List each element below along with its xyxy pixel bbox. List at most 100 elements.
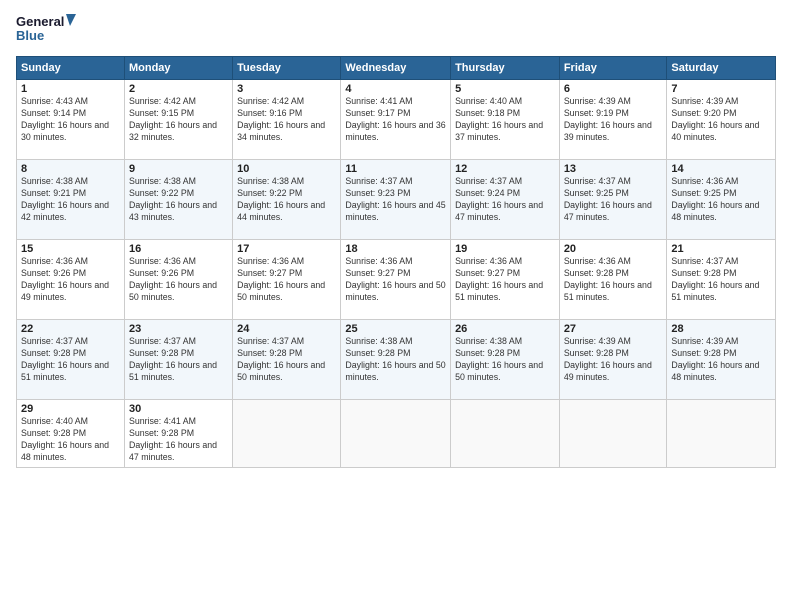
day-info: Sunrise: 4:36 AMSunset: 9:27 PMDaylight:… (345, 256, 446, 304)
day-info: Sunrise: 4:37 AMSunset: 9:25 PMDaylight:… (564, 176, 663, 224)
day-number: 19 (455, 243, 555, 255)
day-info: Sunrise: 4:43 AMSunset: 9:14 PMDaylight:… (21, 96, 120, 144)
day-info: Sunrise: 4:39 AMSunset: 9:28 PMDaylight:… (564, 336, 663, 384)
day-number: 4 (345, 83, 446, 95)
day-info: Sunrise: 4:42 AMSunset: 9:15 PMDaylight:… (129, 96, 228, 144)
day-info: Sunrise: 4:36 AMSunset: 9:26 PMDaylight:… (21, 256, 120, 304)
day-number: 30 (129, 403, 228, 415)
day-info: Sunrise: 4:39 AMSunset: 9:19 PMDaylight:… (564, 96, 663, 144)
day-number: 21 (671, 243, 771, 255)
day-number: 20 (564, 243, 663, 255)
calendar-col-header: Thursday (451, 57, 560, 80)
day-info: Sunrise: 4:40 AMSunset: 9:28 PMDaylight:… (21, 416, 120, 464)
calendar-cell: 24 Sunrise: 4:37 AMSunset: 9:28 PMDaylig… (233, 320, 341, 400)
day-info: Sunrise: 4:37 AMSunset: 9:28 PMDaylight:… (129, 336, 228, 384)
day-number: 23 (129, 323, 228, 335)
calendar-col-header: Wednesday (341, 57, 451, 80)
calendar-cell: 8 Sunrise: 4:38 AMSunset: 9:21 PMDayligh… (17, 160, 125, 240)
day-number: 15 (21, 243, 120, 255)
day-info: Sunrise: 4:38 AMSunset: 9:28 PMDaylight:… (345, 336, 446, 384)
day-number: 16 (129, 243, 228, 255)
calendar-cell: 12 Sunrise: 4:37 AMSunset: 9:24 PMDaylig… (451, 160, 560, 240)
calendar-cell (451, 400, 560, 468)
calendar-cell: 22 Sunrise: 4:37 AMSunset: 9:28 PMDaylig… (17, 320, 125, 400)
day-info: Sunrise: 4:37 AMSunset: 9:23 PMDaylight:… (345, 176, 446, 224)
day-number: 10 (237, 163, 336, 175)
day-number: 28 (671, 323, 771, 335)
calendar-cell: 16 Sunrise: 4:36 AMSunset: 9:26 PMDaylig… (124, 240, 232, 320)
calendar-cell (233, 400, 341, 468)
calendar-col-header: Friday (559, 57, 667, 80)
day-number: 6 (564, 83, 663, 95)
calendar-cell: 3 Sunrise: 4:42 AMSunset: 9:16 PMDayligh… (233, 80, 341, 160)
calendar-cell: 27 Sunrise: 4:39 AMSunset: 9:28 PMDaylig… (559, 320, 667, 400)
day-number: 13 (564, 163, 663, 175)
day-number: 2 (129, 83, 228, 95)
day-number: 17 (237, 243, 336, 255)
day-info: Sunrise: 4:38 AMSunset: 9:21 PMDaylight:… (21, 176, 120, 224)
calendar-cell: 21 Sunrise: 4:37 AMSunset: 9:28 PMDaylig… (667, 240, 776, 320)
day-number: 1 (21, 83, 120, 95)
day-number: 7 (671, 83, 771, 95)
calendar-col-header: Saturday (667, 57, 776, 80)
calendar-cell: 29 Sunrise: 4:40 AMSunset: 9:28 PMDaylig… (17, 400, 125, 468)
calendar-cell: 11 Sunrise: 4:37 AMSunset: 9:23 PMDaylig… (341, 160, 451, 240)
calendar-cell: 10 Sunrise: 4:38 AMSunset: 9:22 PMDaylig… (233, 160, 341, 240)
day-number: 25 (345, 323, 446, 335)
day-info: Sunrise: 4:36 AMSunset: 9:28 PMDaylight:… (564, 256, 663, 304)
calendar-cell: 28 Sunrise: 4:39 AMSunset: 9:28 PMDaylig… (667, 320, 776, 400)
calendar-table: SundayMondayTuesdayWednesdayThursdayFrid… (16, 56, 776, 468)
calendar-cell: 5 Sunrise: 4:40 AMSunset: 9:18 PMDayligh… (451, 80, 560, 160)
day-number: 29 (21, 403, 120, 415)
day-info: Sunrise: 4:36 AMSunset: 9:25 PMDaylight:… (671, 176, 771, 224)
day-info: Sunrise: 4:38 AMSunset: 9:22 PMDaylight:… (237, 176, 336, 224)
day-number: 27 (564, 323, 663, 335)
day-number: 5 (455, 83, 555, 95)
calendar-cell: 6 Sunrise: 4:39 AMSunset: 9:19 PMDayligh… (559, 80, 667, 160)
calendar-header-row: SundayMondayTuesdayWednesdayThursdayFrid… (17, 57, 776, 80)
calendar-cell: 9 Sunrise: 4:38 AMSunset: 9:22 PMDayligh… (124, 160, 232, 240)
day-info: Sunrise: 4:36 AMSunset: 9:27 PMDaylight:… (455, 256, 555, 304)
calendar-cell: 20 Sunrise: 4:36 AMSunset: 9:28 PMDaylig… (559, 240, 667, 320)
calendar-cell: 1 Sunrise: 4:43 AMSunset: 9:14 PMDayligh… (17, 80, 125, 160)
calendar-cell: 18 Sunrise: 4:36 AMSunset: 9:27 PMDaylig… (341, 240, 451, 320)
calendar-cell (341, 400, 451, 468)
calendar-cell: 14 Sunrise: 4:36 AMSunset: 9:25 PMDaylig… (667, 160, 776, 240)
day-info: Sunrise: 4:36 AMSunset: 9:27 PMDaylight:… (237, 256, 336, 304)
day-info: Sunrise: 4:42 AMSunset: 9:16 PMDaylight:… (237, 96, 336, 144)
day-info: Sunrise: 4:40 AMSunset: 9:18 PMDaylight:… (455, 96, 555, 144)
svg-text:Blue: Blue (16, 28, 44, 43)
day-number: 26 (455, 323, 555, 335)
day-info: Sunrise: 4:41 AMSunset: 9:17 PMDaylight:… (345, 96, 446, 144)
calendar-cell (667, 400, 776, 468)
day-number: 24 (237, 323, 336, 335)
calendar-cell: 19 Sunrise: 4:36 AMSunset: 9:27 PMDaylig… (451, 240, 560, 320)
calendar-cell: 15 Sunrise: 4:36 AMSunset: 9:26 PMDaylig… (17, 240, 125, 320)
day-info: Sunrise: 4:37 AMSunset: 9:28 PMDaylight:… (237, 336, 336, 384)
day-info: Sunrise: 4:37 AMSunset: 9:28 PMDaylight:… (21, 336, 120, 384)
day-number: 22 (21, 323, 120, 335)
day-number: 11 (345, 163, 446, 175)
calendar-cell: 7 Sunrise: 4:39 AMSunset: 9:20 PMDayligh… (667, 80, 776, 160)
day-info: Sunrise: 4:37 AMSunset: 9:28 PMDaylight:… (671, 256, 771, 304)
calendar-cell: 30 Sunrise: 4:41 AMSunset: 9:28 PMDaylig… (124, 400, 232, 468)
day-info: Sunrise: 4:38 AMSunset: 9:28 PMDaylight:… (455, 336, 555, 384)
svg-text:General: General (16, 14, 64, 29)
day-number: 8 (21, 163, 120, 175)
calendar-cell (559, 400, 667, 468)
calendar-cell: 2 Sunrise: 4:42 AMSunset: 9:15 PMDayligh… (124, 80, 232, 160)
day-info: Sunrise: 4:39 AMSunset: 9:20 PMDaylight:… (671, 96, 771, 144)
logo: General Blue (16, 12, 76, 48)
page-header: General Blue (16, 12, 776, 48)
calendar-col-header: Monday (124, 57, 232, 80)
logo-svg: General Blue (16, 12, 76, 48)
calendar-cell: 4 Sunrise: 4:41 AMSunset: 9:17 PMDayligh… (341, 80, 451, 160)
calendar-cell: 17 Sunrise: 4:36 AMSunset: 9:27 PMDaylig… (233, 240, 341, 320)
day-info: Sunrise: 4:36 AMSunset: 9:26 PMDaylight:… (129, 256, 228, 304)
calendar-cell: 26 Sunrise: 4:38 AMSunset: 9:28 PMDaylig… (451, 320, 560, 400)
calendar-col-header: Tuesday (233, 57, 341, 80)
calendar-cell: 23 Sunrise: 4:37 AMSunset: 9:28 PMDaylig… (124, 320, 232, 400)
day-number: 12 (455, 163, 555, 175)
day-number: 3 (237, 83, 336, 95)
day-number: 18 (345, 243, 446, 255)
